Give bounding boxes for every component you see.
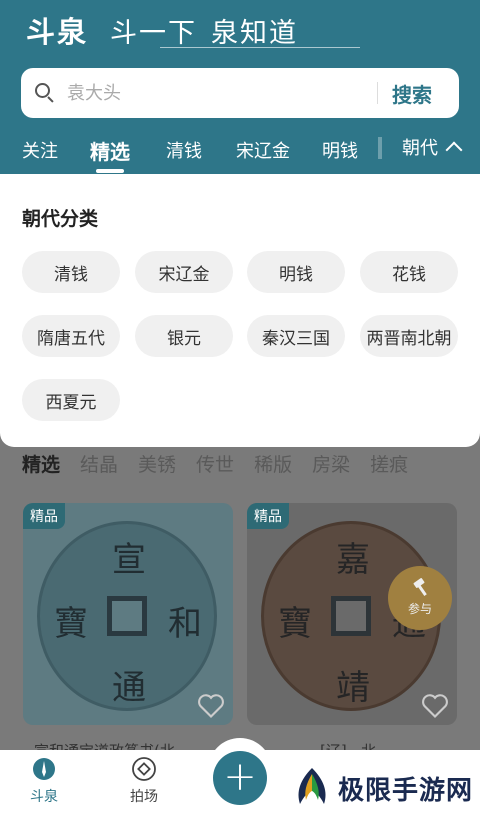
chevron-up-icon <box>445 141 463 159</box>
subtab-heirloom[interactable]: 传世 <box>196 450 234 477</box>
subtab-crystal[interactable]: 结晶 <box>80 450 118 477</box>
premium-badge: 精品 <box>247 503 289 529</box>
search-input[interactable] <box>67 82 367 104</box>
chip-xixia-yuan[interactable]: 西夏元 <box>22 379 120 421</box>
hammer-icon <box>413 578 427 596</box>
dynasty-toggle[interactable]: 朝代 <box>402 134 463 160</box>
nav-auction-label: 拍场 <box>130 789 158 805</box>
chip-song-liao-jin[interactable]: 宋辽金 <box>135 251 233 293</box>
premium-badge: 精品 <box>23 503 65 529</box>
sub-tabs: 精选 结晶 美锈 传世 稀版 房梁 搓痕 <box>22 450 408 477</box>
search-icon <box>35 83 55 103</box>
watermark-text: 极限手游网 <box>338 775 474 806</box>
watermark: 极限手游网 <box>290 766 473 810</box>
app-header: 斗泉 斗一下 泉知道 搜索 关注 精选 清钱 宋辽金 明钱 朝代 <box>0 0 480 174</box>
nav-doquan-label: 斗泉 <box>30 789 58 805</box>
nav-auction[interactable]: 拍场 <box>114 756 174 806</box>
auction-icon <box>132 757 156 781</box>
coin-image: 宣 和 通 寶 <box>37 521 217 711</box>
coin-card[interactable]: 宣 和 通 寶 精品 <box>23 503 233 725</box>
search-divider <box>377 82 378 104</box>
subtab-rare[interactable]: 稀版 <box>254 450 292 477</box>
participate-button[interactable]: 参与 <box>388 566 452 630</box>
participate-label: 参与 <box>407 602 432 616</box>
tab-song-liao-jin[interactable]: 宋辽金 <box>236 137 290 163</box>
chip-sui-tang[interactable]: 隋唐五代 <box>22 315 120 357</box>
subtab-featured[interactable]: 精选 <box>22 450 60 477</box>
tab-ming[interactable]: 明钱 <box>322 137 358 163</box>
brush-icon <box>33 758 55 780</box>
dynasty-panel: 朝代分类 清钱 宋辽金 明钱 花钱 隋唐五代 银元 秦汉三国 两晋南北朝 西夏元 <box>0 174 480 447</box>
heart-icon[interactable] <box>197 693 225 719</box>
watermark-logo-icon <box>298 768 326 804</box>
dynasty-toggle-label: 朝代 <box>402 138 438 159</box>
logo-underline <box>160 40 360 48</box>
subtab-rust[interactable]: 美锈 <box>138 450 176 477</box>
tab-fade-divider <box>378 137 382 159</box>
chip-qing[interactable]: 清钱 <box>22 251 120 293</box>
search-bar[interactable]: 搜索 <box>21 68 459 118</box>
heart-icon[interactable] <box>421 693 449 719</box>
chip-ming[interactable]: 明钱 <box>247 251 345 293</box>
search-button[interactable]: 搜索 <box>392 79 432 108</box>
tab-featured[interactable]: 精选 <box>90 136 130 173</box>
chip-jin-nanbei[interactable]: 两晋南北朝 <box>360 315 458 357</box>
brand-name: 斗泉 <box>26 15 89 49</box>
tab-follow[interactable]: 关注 <box>22 137 58 163</box>
tab-qing[interactable]: 清钱 <box>166 137 202 163</box>
chip-qin-han[interactable]: 秦汉三国 <box>247 315 345 357</box>
chip-silver[interactable]: 银元 <box>135 315 233 357</box>
dynasty-panel-title: 朝代分类 <box>22 208 99 230</box>
nav-doquan[interactable]: 斗泉 <box>14 756 74 806</box>
add-button[interactable]: + <box>213 751 267 805</box>
subtab-scratch[interactable]: 搓痕 <box>370 450 408 477</box>
subtab-beam[interactable]: 房梁 <box>312 450 350 477</box>
chip-hua[interactable]: 花钱 <box>360 251 458 293</box>
